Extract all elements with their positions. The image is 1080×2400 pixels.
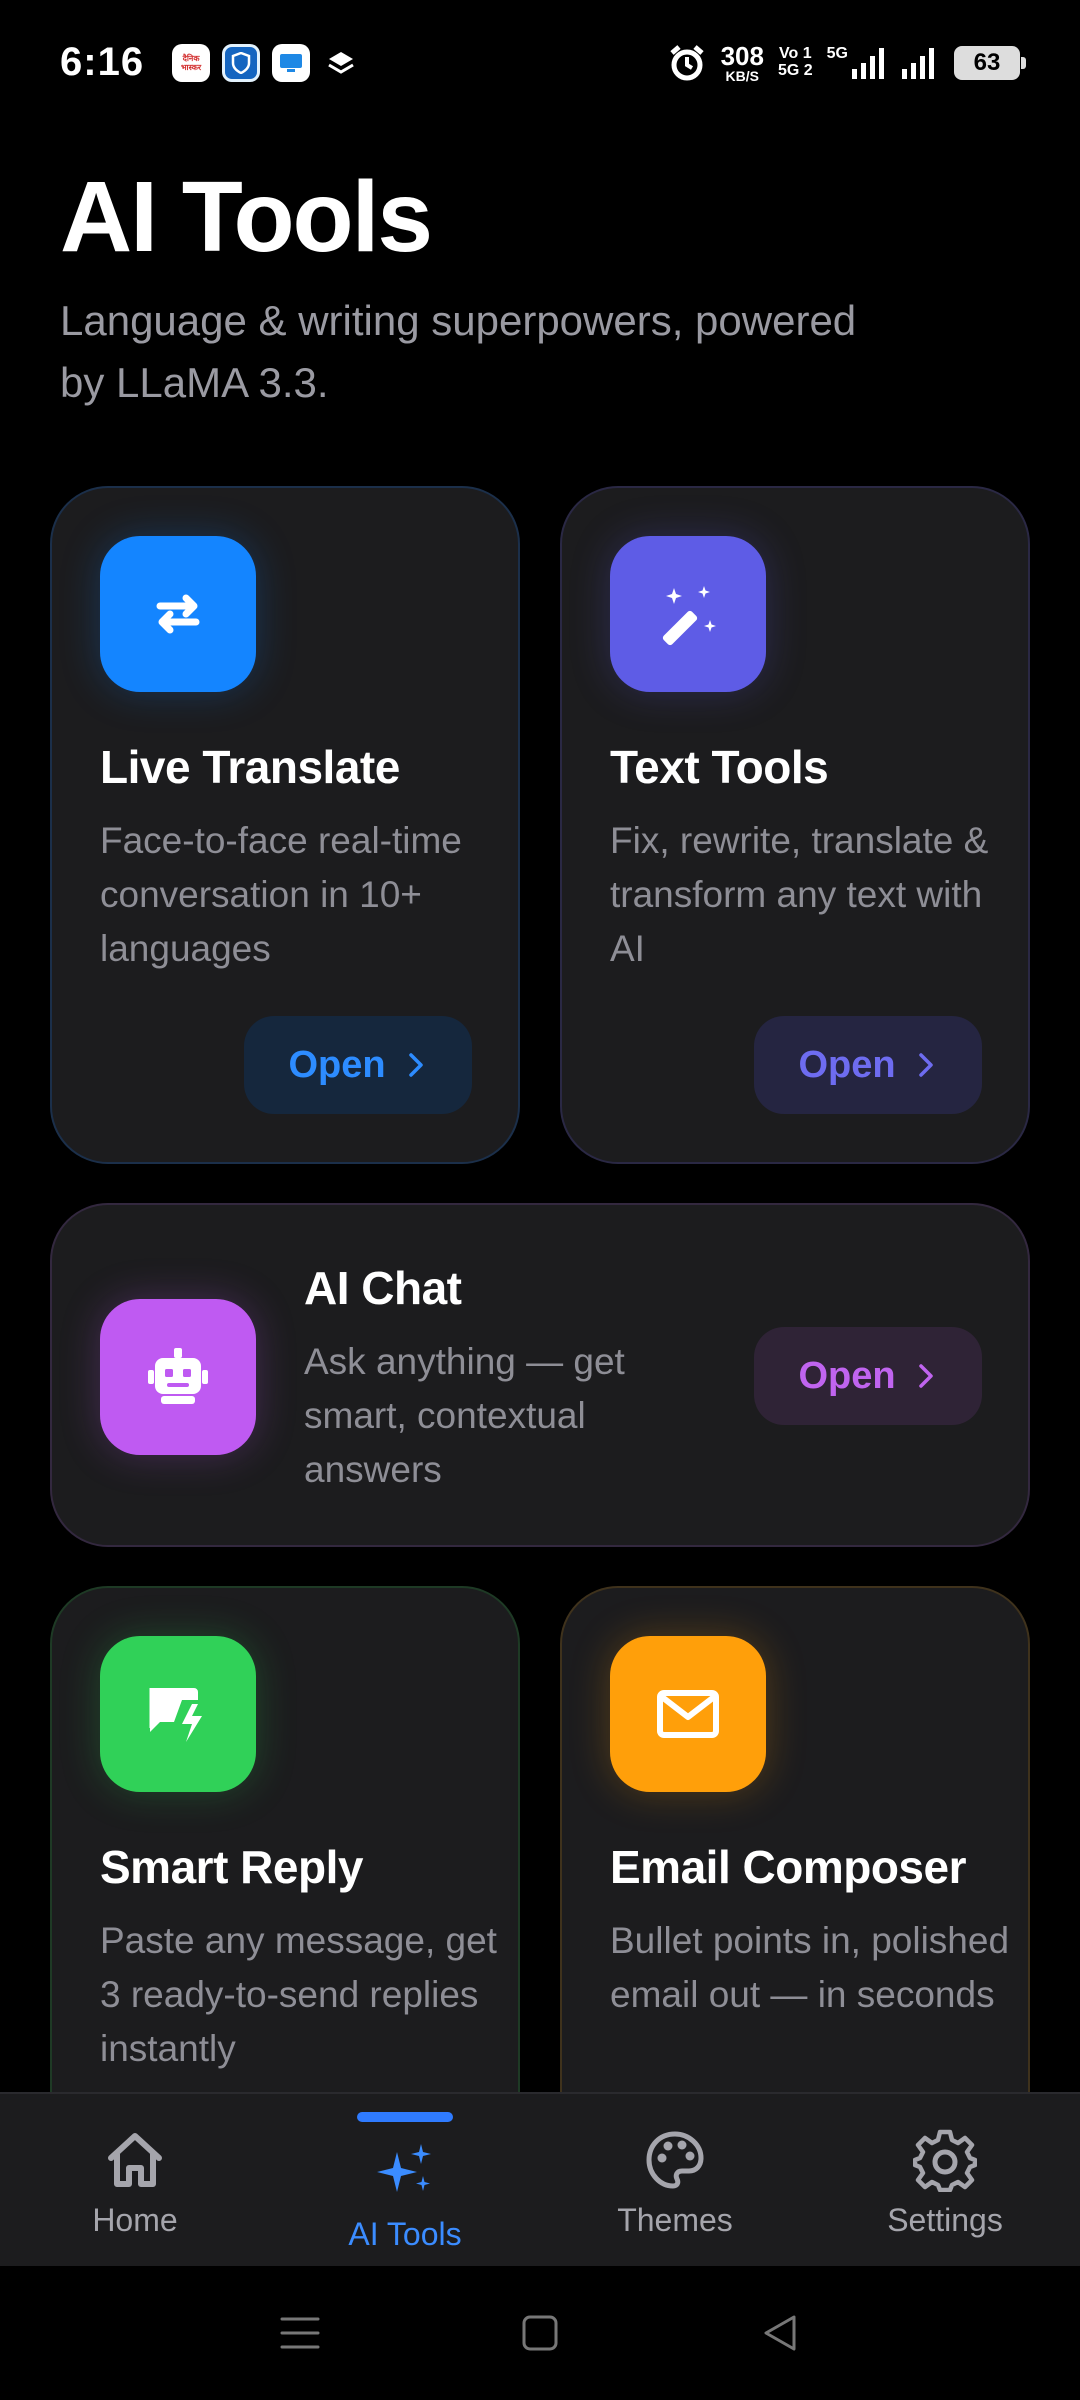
card-title: Text Tools <box>610 741 829 793</box>
card-description: Ask anything — get smart, contextual ans… <box>304 1341 625 1490</box>
nav-item-settings[interactable]: Settings <box>810 2094 1080 2266</box>
arrows-swap-icon <box>100 536 256 692</box>
home-square-icon[interactable] <box>518 2311 562 2355</box>
envelope-icon <box>610 1636 766 1792</box>
signal-5g: 5G <box>827 45 886 81</box>
status-time: 6:16 <box>60 40 145 84</box>
monitor-app-icon <box>272 43 311 82</box>
card-description: Face-to-face real-time conversation in 1… <box>100 820 462 969</box>
page-subtitle: Language & writing superpowers, powered … <box>60 297 857 406</box>
open-label: Open <box>798 1354 896 1397</box>
chevron-right-icon <box>918 1364 933 1388</box>
network-speed: 308 KB/S <box>720 40 764 84</box>
card-title: Smart Reply <box>100 1841 363 1893</box>
shield-app-icon <box>222 43 261 82</box>
open-label: Open <box>798 1043 896 1086</box>
card-title: Live Translate <box>100 741 400 793</box>
nav-label: AI Tools <box>348 2216 462 2252</box>
menu-icon[interactable] <box>278 2311 322 2355</box>
chevron-right-icon <box>408 1053 423 1077</box>
card-title: AI Chat <box>304 1262 462 1314</box>
alarm-icon <box>669 44 704 80</box>
magic-wand-icon <box>610 536 766 692</box>
ai-chat-card[interactable]: AI Chat Ask anything — get smart, contex… <box>50 1203 1030 1547</box>
text-tools-card[interactable]: Text Tools Fix, rewrite, translate & tra… <box>560 486 1030 1164</box>
robot-icon <box>100 1299 256 1455</box>
home-icon <box>108 2133 162 2187</box>
system-navigation-bar <box>0 2266 1080 2400</box>
active-tab-indicator <box>357 2112 453 2122</box>
notification-icons: दैनिक भास्कर <box>172 43 360 82</box>
text-tools-open-button[interactable]: Open <box>754 1016 982 1114</box>
gear-icon <box>913 2129 977 2192</box>
page-title: AI Tools <box>60 161 433 273</box>
dainik-bhaskar-app-icon: दैनिक भास्कर <box>172 43 211 82</box>
live-translate-open-button[interactable]: Open <box>244 1016 472 1114</box>
status-bar: 6:16 दैनिक भास्कर 308 KB/S Vo 1 5G 2 5G … <box>0 0 1080 125</box>
card-description: Fix, rewrite, translate & transform any … <box>610 820 989 969</box>
chat-bolt-icon <box>100 1636 256 1792</box>
open-label: Open <box>288 1043 386 1086</box>
nav-label: Home <box>92 2202 178 2238</box>
signal-strength-2-icon <box>902 47 934 79</box>
nav-item-ai-tools[interactable]: AI Tools <box>270 2094 540 2266</box>
ai-chat-open-button[interactable]: Open <box>754 1327 982 1425</box>
card-description: Paste any message, get 3 ready-to-send r… <box>100 1920 497 2069</box>
bottom-navigation: Home AI Tools Themes Settings <box>0 2092 1080 2266</box>
sparkles-icon <box>377 2144 431 2192</box>
nav-item-themes[interactable]: Themes <box>540 2094 810 2266</box>
signal-strength-icon <box>852 47 884 79</box>
palette-icon <box>646 2131 704 2189</box>
volte-indicator: Vo 1 5G 2 <box>777 44 813 79</box>
card-description: Bullet points in, polished email out — i… <box>610 1920 1010 2015</box>
live-translate-card[interactable]: Live Translate Face-to-face real-time co… <box>50 486 520 1164</box>
back-triangle-icon[interactable] <box>758 2311 802 2355</box>
nav-label: Themes <box>617 2202 733 2238</box>
card-title: Email Composer <box>610 1841 967 1893</box>
status-right: 308 KB/S Vo 1 5G 2 5G 63 <box>667 40 1026 84</box>
battery-indicator: 63 <box>954 45 1026 80</box>
chevron-right-icon <box>918 1053 933 1077</box>
nav-label: Settings <box>887 2202 1003 2238</box>
layers-app-icon <box>322 44 360 82</box>
nav-item-home[interactable]: Home <box>0 2094 270 2266</box>
